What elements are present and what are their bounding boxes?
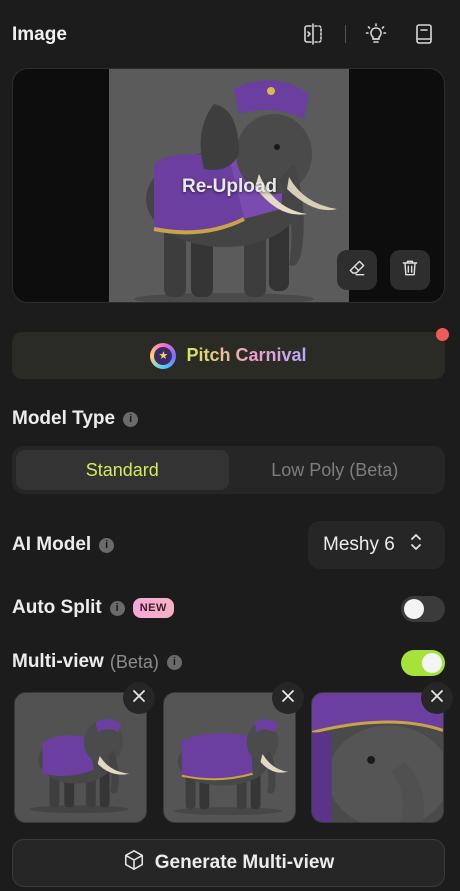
model-type-selector: Standard Low Poly (Beta) — [12, 446, 445, 494]
ai-model-label: AI Model — [12, 534, 92, 555]
multi-view-beta-label: (Beta) — [109, 651, 159, 672]
auto-split-toggle[interactable] — [401, 596, 445, 622]
generate-label: Generate Multi-view — [154, 852, 335, 873]
info-icon[interactable]: i — [99, 537, 115, 553]
auto-split-label: Auto Split — [12, 597, 102, 618]
book-icon[interactable] — [412, 22, 436, 46]
multi-view-thumbnail-front[interactable] — [14, 692, 147, 823]
re-upload-button[interactable]: Re-Upload — [13, 69, 444, 302]
multi-view-header: Multi-view (Beta) i — [12, 651, 182, 673]
notification-dot — [436, 328, 449, 341]
multi-view-toggle[interactable] — [401, 650, 445, 676]
option-low-poly[interactable]: Low Poly (Beta) — [229, 450, 442, 490]
image-preview[interactable]: Re-Upload — [12, 68, 445, 303]
multi-view-label: Multi-view — [12, 651, 104, 672]
eraser-button[interactable] — [337, 250, 377, 290]
info-icon[interactable]: i — [166, 654, 182, 670]
delete-button[interactable] — [390, 250, 430, 290]
close-icon — [281, 689, 295, 708]
multi-view-thumbnail-closeup[interactable] — [311, 692, 444, 823]
multi-view-thumbnail-side[interactable] — [163, 692, 296, 823]
auto-split-header: Auto Split i NEW — [12, 597, 174, 619]
ai-model-value: Meshy 6 — [323, 534, 395, 555]
toggle-knob — [404, 599, 424, 619]
info-icon[interactable]: i — [109, 600, 125, 616]
toggle-knob — [422, 653, 442, 673]
model-type-label: Model Type — [12, 408, 116, 429]
trophy-icon: ★ — [150, 342, 177, 369]
new-badge: NEW — [132, 598, 174, 618]
header-icons — [301, 22, 436, 46]
trash-icon — [400, 258, 420, 283]
info-icon[interactable]: i — [123, 411, 139, 427]
promo-label: Pitch Carnival — [186, 345, 307, 365]
model-type-header: Model Type i — [12, 408, 139, 430]
chevron-up-down-icon — [409, 532, 423, 558]
header-separator — [345, 25, 346, 43]
remove-thumbnail-button[interactable] — [272, 682, 304, 714]
compare-icon[interactable] — [301, 22, 325, 46]
ai-model-header: AI Model i — [12, 534, 115, 556]
panel-title: Image — [12, 24, 67, 45]
remove-thumbnail-button[interactable] — [421, 682, 453, 714]
pitch-carnival-button[interactable]: ★ Pitch Carnival — [12, 332, 445, 379]
cube-icon — [123, 849, 145, 877]
close-icon — [430, 689, 444, 708]
remove-thumbnail-button[interactable] — [123, 682, 155, 714]
close-icon — [132, 689, 146, 708]
generate-multi-view-button[interactable]: Generate Multi-view — [12, 839, 445, 887]
lightbulb-icon[interactable] — [364, 22, 388, 46]
panel-header: Image — [12, 22, 448, 48]
eraser-icon — [347, 258, 367, 283]
ai-model-select[interactable]: Meshy 6 — [308, 521, 445, 569]
option-standard[interactable]: Standard — [16, 450, 229, 490]
